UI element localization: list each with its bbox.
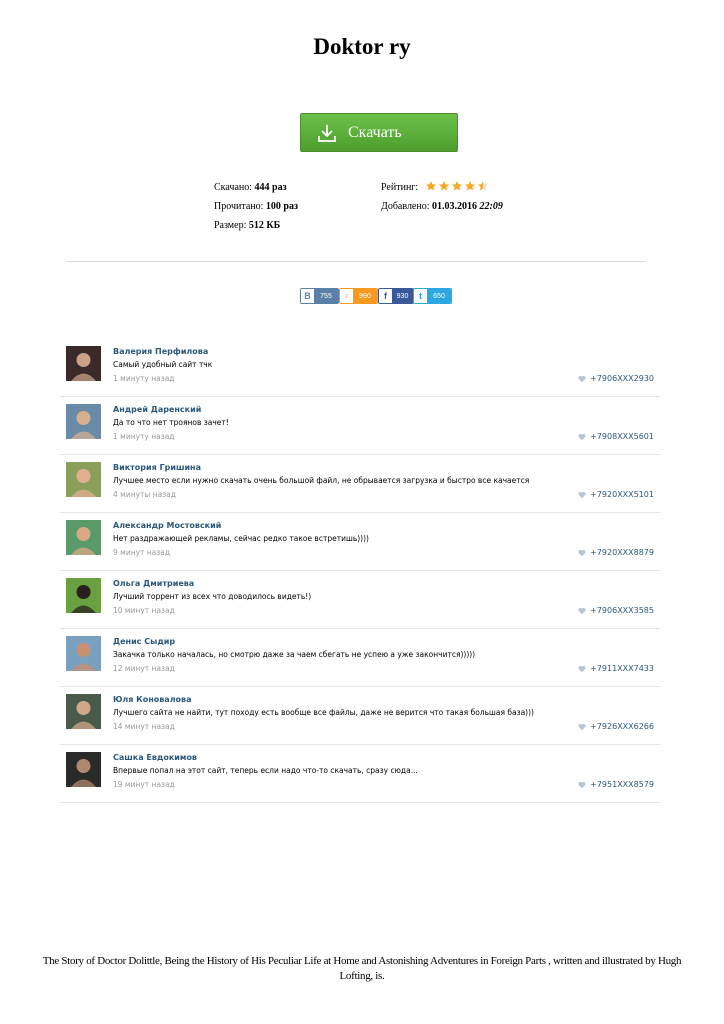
downloaded-stat: Скачано: 444 раз xyxy=(214,182,287,193)
comment-time: 9 минут назад xyxy=(113,548,171,557)
comment-text: Впервые попал на этот сайт, теперь если … xyxy=(113,766,418,775)
phone-number: +7920XXX5101 xyxy=(590,490,654,499)
share-count: 650 xyxy=(427,289,451,303)
read-stat: Прочитано: 100 раз xyxy=(214,201,298,212)
avatar[interactable] xyxy=(66,636,101,671)
comment-text: Лучший торрент из всех что доводилось ви… xyxy=(113,592,312,601)
phone-number: +7951XXX8579 xyxy=(590,780,654,789)
heart-icon[interactable] xyxy=(578,781,586,789)
comment-text: Лучшего сайта не найти, тут походу есть … xyxy=(113,708,534,717)
avatar[interactable] xyxy=(66,404,101,439)
download-label: Скачать xyxy=(348,123,402,141)
tw-icon: t xyxy=(414,289,427,303)
ok-icon: ♀ xyxy=(340,289,353,303)
vk-icon: В xyxy=(301,289,314,303)
comment-item: Андрей Даренский Да то что нет троянов з… xyxy=(60,397,660,455)
fb-icon: f xyxy=(379,289,392,303)
heart-icon[interactable] xyxy=(578,433,586,441)
size-stat: Размер: 512 КБ xyxy=(214,220,281,231)
comment-text: Самый удобный сайт тчк xyxy=(113,360,213,369)
phone-number: +7906XXX2930 xyxy=(590,374,654,383)
comment-phone: +7951XXX8579 xyxy=(578,780,654,789)
comment-time: 10 минут назад xyxy=(113,606,175,615)
star-icon xyxy=(439,181,449,191)
share-fb-button[interactable]: f 930 xyxy=(378,288,414,304)
comment-time: 4 минуты назад xyxy=(113,490,176,499)
comment-author[interactable]: Александр Мостовский xyxy=(113,521,221,530)
comment-time: 14 минут назад xyxy=(113,722,175,731)
avatar[interactable] xyxy=(66,520,101,555)
star-icon xyxy=(465,181,475,191)
comment-phone: +7906XXX3585 xyxy=(578,606,654,615)
heart-icon[interactable] xyxy=(578,665,586,673)
comment-author[interactable]: Денис Сыдир xyxy=(113,637,175,646)
share-count: 990 xyxy=(353,289,377,303)
comment-text: Да то что нет троянов зачет! xyxy=(113,418,229,427)
share-ok-button[interactable]: ♀ 990 xyxy=(339,288,378,304)
avatar[interactable] xyxy=(66,752,101,787)
comment-author[interactable]: Валерия Перфилова xyxy=(113,347,208,356)
comment-author[interactable]: Виктория Гришина xyxy=(113,463,201,472)
comment-phone: +7920XXX5101 xyxy=(578,490,654,499)
comment-item: Виктория Гришина Лучшее место если нужно… xyxy=(60,455,660,513)
comment-text: Нет раздражающей рекламы, сейчас редко т… xyxy=(113,534,369,543)
comment-text: Лучшее место если нужно скачать очень бо… xyxy=(113,476,530,485)
avatar[interactable] xyxy=(66,694,101,729)
avatar[interactable] xyxy=(66,346,101,381)
phone-number: +7908XXX5601 xyxy=(590,432,654,441)
comment-author[interactable]: Сашка Евдокимов xyxy=(113,753,197,762)
comment-item: Валерия Перфилова Самый удобный сайт тчк… xyxy=(60,339,660,397)
share-tw-button[interactable]: t 650 xyxy=(413,288,452,304)
avatar[interactable] xyxy=(66,578,101,613)
phone-number: +7920XXX8879 xyxy=(590,548,654,557)
heart-icon[interactable] xyxy=(578,491,586,499)
share-count: 755 xyxy=(314,289,338,303)
star-icon xyxy=(426,181,436,191)
heart-icon[interactable] xyxy=(578,607,586,615)
heart-icon[interactable] xyxy=(578,375,586,383)
comment-time: 19 минут назад xyxy=(113,780,175,789)
avatar[interactable] xyxy=(66,462,101,497)
phone-number: +7911XXX7433 xyxy=(590,664,654,673)
comment-author[interactable]: Ольга Дмитриева xyxy=(113,579,194,588)
comment-time: 1 минуту назад xyxy=(113,432,175,441)
share-count: 930 xyxy=(392,289,413,303)
phone-number: +7926XXX6266 xyxy=(590,722,654,731)
comments-list: Валерия Перфилова Самый удобный сайт тчк… xyxy=(60,339,660,803)
comment-phone: +7906XXX2930 xyxy=(578,374,654,383)
footer-text: The Story of Doctor Dolittle, Being the … xyxy=(42,955,682,982)
comment-item: Ольга Дмитриева Лучший торрент из всех ч… xyxy=(60,571,660,629)
download-icon xyxy=(318,124,336,142)
rating-label: Рейтинг: xyxy=(381,182,419,193)
comment-item: Сашка Евдокимов Впервые попал на этот са… xyxy=(60,745,660,803)
comment-text: Закачка только началась, но смотрю даже … xyxy=(113,650,476,659)
share-vk-button[interactable]: В 755 xyxy=(300,288,339,304)
comment-phone: +7911XXX7433 xyxy=(578,664,654,673)
divider xyxy=(67,261,645,262)
page-title: Doktor ry xyxy=(313,34,411,59)
comment-item: Александр Мостовский Нет раздражающей ре… xyxy=(60,513,660,571)
comment-author[interactable]: Андрей Даренский xyxy=(113,405,201,414)
comment-phone: +7926XXX6266 xyxy=(578,722,654,731)
heart-icon[interactable] xyxy=(578,549,586,557)
comment-time: 12 минут назад xyxy=(113,664,175,673)
phone-number: +7906XXX3585 xyxy=(590,606,654,615)
comment-phone: +7920XXX8879 xyxy=(578,548,654,557)
comment-author[interactable]: Юля Коновалова xyxy=(113,695,192,704)
added-stat: Добавлено: 01.03.2016 22:09 xyxy=(381,201,503,212)
download-button[interactable]: Скачать xyxy=(300,113,458,152)
comment-item: Денис Сыдир Закачка только началась, но … xyxy=(60,629,660,687)
star-icon xyxy=(478,181,488,191)
comment-time: 1 минуту назад xyxy=(113,374,175,383)
comment-phone: +7908XXX5601 xyxy=(578,432,654,441)
comment-item: Юля Коновалова Лучшего сайта не найти, т… xyxy=(60,687,660,745)
star-icon xyxy=(452,181,462,191)
rating-stars xyxy=(425,180,489,192)
heart-icon[interactable] xyxy=(578,723,586,731)
